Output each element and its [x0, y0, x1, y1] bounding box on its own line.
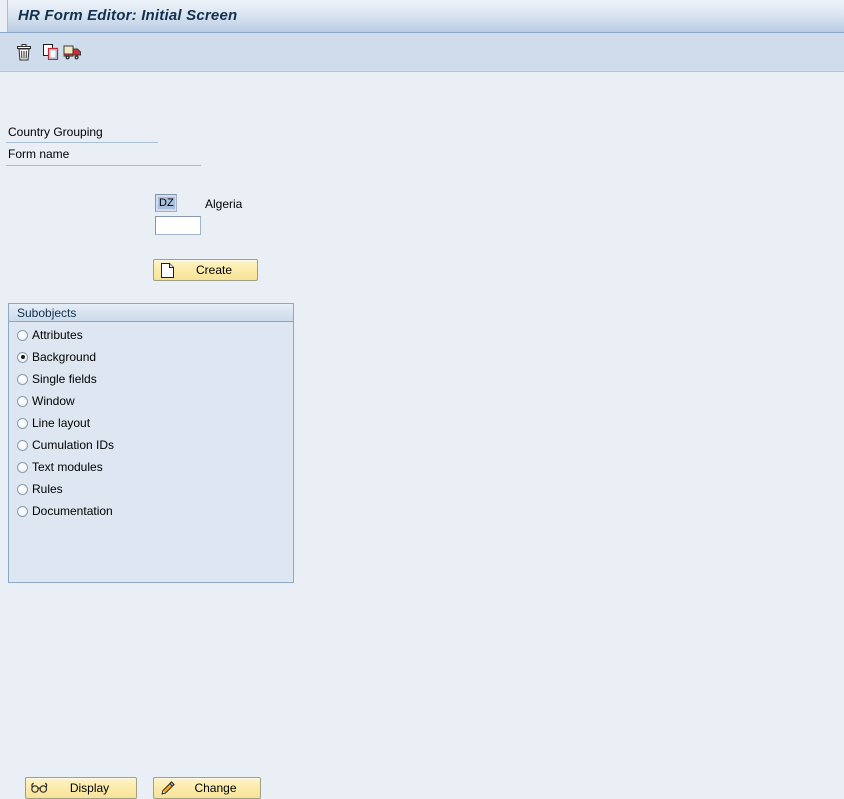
- radio-button-icon[interactable]: [17, 418, 28, 429]
- application-toolbar: © www.tutorialkart.com: [0, 33, 844, 72]
- subobject-radio-attributes[interactable]: Attributes: [9, 324, 293, 346]
- document-icon-glyph: [161, 263, 174, 278]
- main-content-area: Country Grouping DZ Algeria Form name Cr…: [0, 72, 844, 535]
- radio-button-icon[interactable]: [17, 440, 28, 451]
- create-button-label: Create: [177, 263, 257, 277]
- subobject-radio-label: Single fields: [32, 372, 97, 386]
- form-name-label: Form name: [8, 147, 69, 161]
- form-name-row: Form name: [0, 147, 300, 165]
- delete-icon[interactable]: [12, 40, 36, 64]
- subobject-radio-single-fields[interactable]: Single fields: [9, 368, 293, 390]
- radio-button-icon[interactable]: [17, 374, 28, 385]
- document-icon: [157, 263, 177, 278]
- subobject-radio-documentation[interactable]: Documentation: [9, 500, 293, 522]
- subobject-radio-line-layout[interactable]: Line layout: [9, 412, 293, 434]
- delete-icon-glyph: [16, 44, 32, 61]
- window-title-bar: HR Form Editor: Initial Screen: [0, 0, 844, 33]
- subobject-radio-label: Attributes: [32, 328, 83, 342]
- country-grouping-value: DZ: [158, 197, 175, 209]
- form-name-input[interactable]: [155, 216, 201, 235]
- radio-button-icon[interactable]: [17, 396, 28, 407]
- radio-button-icon[interactable]: [17, 352, 28, 363]
- country-grouping-input[interactable]: DZ: [155, 194, 177, 212]
- page-title: HR Form Editor: Initial Screen: [18, 7, 237, 24]
- glasses-icon: [29, 782, 49, 794]
- display-button-label: Display: [49, 781, 136, 795]
- subobject-radio-label: Documentation: [32, 504, 113, 518]
- radio-button-icon[interactable]: [17, 484, 28, 495]
- subobjects-panel-title: Subobjects: [9, 304, 293, 322]
- subobject-radio-text-modules[interactable]: Text modules: [9, 456, 293, 478]
- print-icon[interactable]: [61, 40, 85, 64]
- form-name-underline: [6, 165, 201, 166]
- country-grouping-label: Country Grouping: [8, 125, 103, 139]
- copy-icon-glyph: [43, 44, 59, 60]
- subobject-radio-cumulation-ids[interactable]: Cumulation IDs: [9, 434, 293, 456]
- subobject-radio-label: Rules: [32, 482, 63, 496]
- country-grouping-resolved-name: Algeria: [205, 197, 242, 211]
- subobject-radio-label: Cumulation IDs: [32, 438, 114, 452]
- copy-icon[interactable]: [39, 40, 63, 64]
- truck-icon-glyph: [63, 44, 83, 61]
- display-button[interactable]: Display: [25, 777, 137, 799]
- subobjects-radio-group: Attributes Background Single fields Window L…: [9, 324, 293, 522]
- change-button[interactable]: Change: [153, 777, 261, 799]
- change-button-label: Change: [177, 781, 260, 795]
- subobject-radio-label: Window: [32, 394, 75, 408]
- radio-button-icon[interactable]: [17, 330, 28, 341]
- subobjects-panel: Subobjects Attributes Background Single fi…: [8, 303, 294, 583]
- radio-button-icon[interactable]: [17, 462, 28, 473]
- subobject-radio-rules[interactable]: Rules: [9, 478, 293, 500]
- create-button[interactable]: Create: [153, 259, 258, 281]
- country-grouping-underline: [6, 142, 158, 143]
- subobject-radio-label: Text modules: [32, 460, 103, 474]
- window-frame-left-edge: [0, 0, 8, 32]
- subobject-radio-label: Background: [32, 350, 96, 364]
- subobject-radio-window[interactable]: Window: [9, 390, 293, 412]
- subobject-radio-background[interactable]: Background: [9, 346, 293, 368]
- subobject-radio-label: Line layout: [32, 416, 90, 430]
- pencil-icon: [157, 781, 177, 796]
- glasses-icon-glyph: [31, 782, 48, 794]
- country-grouping-row: Country Grouping: [0, 125, 300, 143]
- pencil-icon-glyph: [160, 781, 175, 796]
- radio-button-icon[interactable]: [17, 506, 28, 517]
